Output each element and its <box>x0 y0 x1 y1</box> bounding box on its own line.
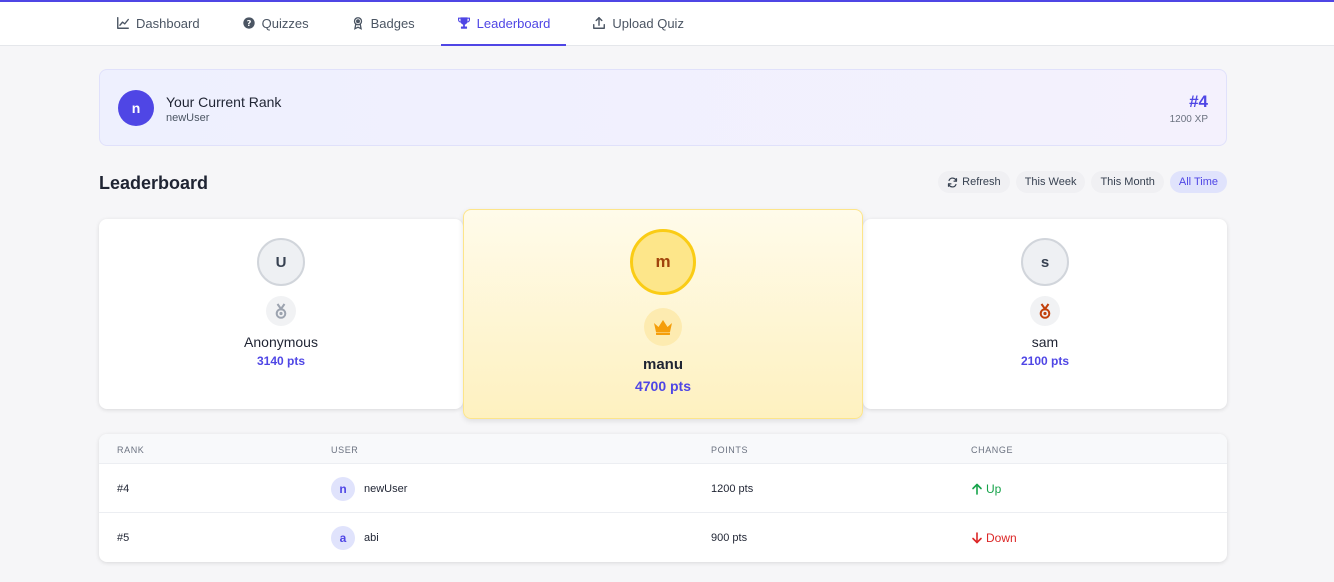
nav-tab-dashboard[interactable]: Dashboard <box>100 2 216 46</box>
row-user: n newUser <box>331 464 407 513</box>
top-navigation-bar: Dashboard ? Quizzes Badges Leaderboard U… <box>0 0 1334 46</box>
row-change: Down <box>971 513 1017 562</box>
current-rank-title: Your Current Rank <box>166 94 282 110</box>
page-title: Leaderboard <box>99 173 209 193</box>
podium-name: sam <box>1031 334 1059 350</box>
nav-tab-quizzes[interactable]: ? Quizzes <box>226 2 325 46</box>
nav-tab-badges[interactable]: Badges <box>335 2 431 46</box>
table-header: RANK USER POINTS CHANGE <box>99 434 1227 464</box>
current-rank-xp: 1200 XP <box>1169 114 1208 125</box>
nav-tab-label: Upload Quiz <box>612 15 684 31</box>
change-label: Down <box>986 530 1017 545</box>
bronze-medal-icon <box>1030 296 1060 326</box>
row-rank: #5 <box>117 531 130 544</box>
arrow-up-icon <box>971 483 983 495</box>
filter-all-time[interactable]: All Time <box>1169 171 1227 193</box>
award-icon <box>351 16 365 30</box>
avatar: n <box>118 90 154 126</box>
row-points: 900 pts <box>711 531 748 544</box>
arrow-down-icon <box>971 531 983 544</box>
avatar: U <box>257 238 305 286</box>
current-rank-card: n Your Current Rank newUser #4 1200 XP <box>99 69 1227 146</box>
row-username: abi <box>364 531 379 544</box>
podium-points: 4700 pts <box>634 378 692 394</box>
table-row[interactable]: #5 a abi 900 pts Down <box>99 513 1227 562</box>
row-user: a abi <box>331 513 379 562</box>
nav-tab-label: Dashboard <box>136 15 200 31</box>
crown-icon <box>644 308 682 346</box>
nav-tab-label: Badges <box>370 15 415 31</box>
avatar: m <box>630 229 696 295</box>
row-change: Up <box>971 464 1001 513</box>
change-label: Up <box>986 481 1002 496</box>
avatar: a <box>331 525 355 550</box>
column-header-change: CHANGE <box>971 445 1014 455</box>
nav-tab-leaderboard[interactable]: Leaderboard <box>440 2 567 46</box>
leaderboard-filters: Refresh This Week This Month All Time <box>938 171 1227 193</box>
refresh-icon <box>947 176 958 188</box>
podium-name: Anonymous <box>244 334 318 350</box>
table-row[interactable]: #4 n newUser 1200 pts Up <box>99 464 1227 513</box>
silver-medal-icon <box>266 296 296 326</box>
podium-points: 3140 pts <box>256 354 306 368</box>
podium-name: manu <box>642 356 683 373</box>
trophy-icon <box>457 16 471 30</box>
podium-third-place: s sam 2100 pts <box>863 219 1227 409</box>
avatar: n <box>331 476 355 501</box>
column-header-user: USER <box>331 445 359 455</box>
main-nav: Dashboard ? Quizzes Badges Leaderboard U… <box>100 2 710 46</box>
chart-line-icon <box>116 16 130 30</box>
svg-text:?: ? <box>246 18 251 28</box>
filter-this-month[interactable]: This Month <box>1091 171 1164 193</box>
column-header-rank: RANK <box>117 445 145 455</box>
row-rank: #4 <box>117 482 130 495</box>
podium-first-place: m manu 4700 pts <box>463 209 863 419</box>
row-points: 1200 pts <box>711 482 754 495</box>
current-rank-username: newUser <box>166 112 210 124</box>
nav-tab-label: Leaderboard <box>476 15 551 31</box>
podium-points: 2100 pts <box>1020 354 1070 368</box>
current-rank-number: #4 <box>1189 92 1208 111</box>
leaderboard-table: RANK USER POINTS CHANGE #4 n newUser 120… <box>99 434 1227 562</box>
question-circle-icon: ? <box>242 16 256 30</box>
row-username: newUser <box>364 482 408 495</box>
nav-tab-upload-quiz[interactable]: Upload Quiz <box>576 2 700 46</box>
refresh-label: Refresh <box>962 176 1001 188</box>
column-header-points: POINTS <box>711 445 749 455</box>
nav-tab-label: Quizzes <box>261 15 309 31</box>
filter-this-week[interactable]: This Week <box>1015 171 1086 193</box>
avatar: s <box>1021 238 1069 286</box>
refresh-button[interactable]: Refresh <box>938 171 1010 193</box>
upload-icon <box>592 16 606 30</box>
podium-second-place: U Anonymous 3140 pts <box>99 219 463 409</box>
